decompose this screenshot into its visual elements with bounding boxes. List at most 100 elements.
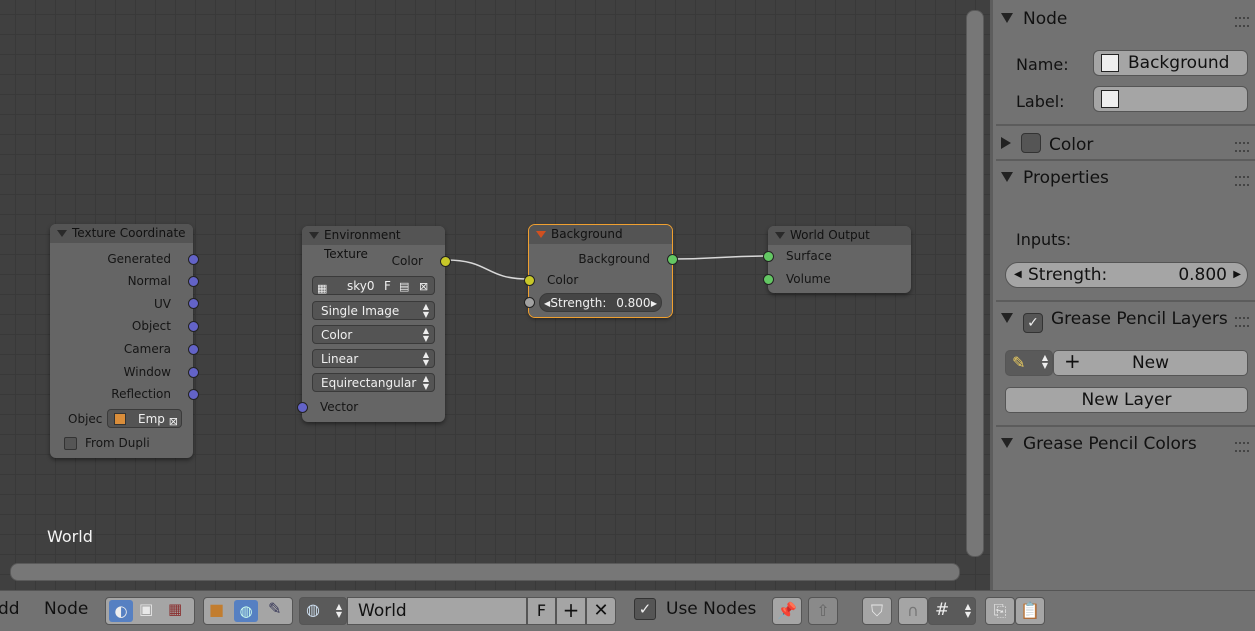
- panel-drag-grip[interactable]: [1235, 17, 1249, 27]
- copy-button[interactable]: ⎘: [985, 597, 1015, 625]
- world-shader-icon[interactable]: ◍: [234, 600, 258, 622]
- color-checkbox[interactable]: [1021, 133, 1041, 153]
- unlink-image-icon[interactable]: ⊠: [419, 277, 428, 296]
- panel-drag-grip[interactable]: [1235, 317, 1249, 327]
- node-background[interactable]: Background Background Color ◀ Strength: …: [524, 224, 678, 318]
- socket-object[interactable]: [188, 321, 199, 332]
- from-dupli-checkbox[interactable]: [64, 437, 77, 450]
- object-shader-icon[interactable]: ■: [209, 600, 224, 619]
- tree-type-selector[interactable]: ◐ ▣ ▦: [105, 597, 195, 625]
- decrement-arrow-icon[interactable]: ◀: [544, 294, 550, 313]
- image-name[interactable]: sky0: [347, 277, 375, 296]
- output-generated: Generated: [107, 252, 171, 266]
- clear-object-icon[interactable]: ⊠: [169, 412, 178, 431]
- panel-collapse-icon[interactable]: [1001, 172, 1013, 182]
- grease-layers-checkbox[interactable]: ✓: [1023, 313, 1043, 333]
- socket-color-in[interactable]: [524, 275, 535, 286]
- panel-drag-grip[interactable]: [1235, 142, 1249, 152]
- linestyle-shader-icon[interactable]: ✎: [268, 599, 281, 618]
- use-nodes-label: Use Nodes: [666, 599, 757, 619]
- socket-vector-in[interactable]: [297, 402, 308, 413]
- new-layer-button[interactable]: New Layer: [1005, 387, 1248, 413]
- socket-volume-in[interactable]: [763, 274, 774, 285]
- world-name-field[interactable]: World: [347, 597, 527, 625]
- collapse-triangle-icon[interactable]: [536, 231, 546, 238]
- shader-type-selector[interactable]: ■ ◍ ✎: [203, 597, 293, 625]
- fake-user-toggle[interactable]: F: [384, 277, 391, 296]
- world-datablock-browse[interactable]: ◍ ▲ ▼: [299, 597, 347, 625]
- socket-strength-in[interactable]: [524, 297, 535, 308]
- collapse-triangle-icon[interactable]: [775, 232, 785, 239]
- node-texture-coordinate[interactable]: Texture Coordinate Generated Normal UV O…: [50, 224, 199, 458]
- source-dropdown[interactable]: Single Image ▲ ▼: [312, 301, 435, 320]
- strength-field[interactable]: ◀ Strength: 0.800 ▶: [1005, 262, 1248, 288]
- panel-expand-icon[interactable]: [1001, 137, 1011, 149]
- parent-tree-button[interactable]: ⇧: [808, 597, 838, 625]
- socket-background-out[interactable]: [667, 254, 678, 265]
- compositing-tree-icon[interactable]: ▦: [168, 600, 182, 618]
- projection-dropdown[interactable]: Equirectangular ▲ ▼: [312, 373, 435, 392]
- node-menu[interactable]: Node: [44, 599, 88, 619]
- grease-pencil-datablock-selector[interactable]: ✎ ▲ ▼: [1005, 350, 1053, 376]
- panel-drag-grip[interactable]: [1235, 176, 1249, 186]
- texture-tree-icon[interactable]: ▣: [139, 600, 153, 618]
- node-world-output[interactable]: World Output Surface Volume: [763, 226, 911, 293]
- backdrop-button[interactable]: ⛉: [862, 597, 892, 625]
- panel-collapse-icon[interactable]: [1001, 313, 1013, 323]
- node-header[interactable]: Background: [529, 225, 672, 244]
- panel-grease-layers-header[interactable]: ✓ Grease Pencil Layers: [1001, 309, 1228, 333]
- socket-color-out[interactable]: [440, 256, 451, 267]
- collapse-triangle-icon[interactable]: [57, 230, 67, 237]
- socket-generated[interactable]: [188, 254, 199, 265]
- open-image-icon[interactable]: ▤: [399, 277, 409, 296]
- socket-surface-in[interactable]: [763, 251, 774, 262]
- world-fake-user-toggle[interactable]: F: [527, 597, 556, 625]
- strength-slider[interactable]: ◀ Strength: 0.800 ▶: [539, 293, 662, 312]
- image-browser[interactable]: ▦ sky0 F ▤ ⊠: [312, 276, 435, 295]
- snap-mode-dropdown[interactable]: # ▲ ▼: [928, 597, 976, 625]
- socket-uv[interactable]: [188, 298, 199, 309]
- panel-drag-grip[interactable]: [1235, 442, 1249, 452]
- pin-icon: 📌: [777, 601, 797, 620]
- color-space-dropdown[interactable]: Color ▲ ▼: [312, 325, 435, 344]
- interpolation-dropdown[interactable]: Linear ▲ ▼: [312, 349, 435, 368]
- decrement-arrow-icon[interactable]: ◀: [1014, 263, 1022, 287]
- shader-tree-icon[interactable]: ◐: [109, 600, 133, 622]
- object-selector[interactable]: Emp ⊠: [107, 409, 182, 428]
- snap-toggle[interactable]: ∩: [898, 597, 928, 625]
- node-environment-texture[interactable]: Environment Texture Color ▦ sky0 F ▤ ⊠ S…: [297, 226, 451, 422]
- panel-collapse-icon[interactable]: [1001, 13, 1013, 23]
- panel-properties-header[interactable]: Properties: [1001, 168, 1109, 188]
- new-world-button[interactable]: +: [556, 597, 586, 625]
- node-name-field[interactable]: Background: [1093, 50, 1248, 76]
- node-title: Environment Texture: [324, 228, 401, 261]
- add-menu[interactable]: dd: [0, 599, 20, 619]
- node-header[interactable]: Texture Coordinate: [50, 224, 193, 243]
- unlink-world-button[interactable]: ✕: [586, 597, 616, 625]
- collapse-triangle-icon[interactable]: [309, 232, 319, 239]
- panel-collapse-icon[interactable]: [1001, 438, 1013, 448]
- increment-arrow-icon[interactable]: ▶: [1233, 263, 1241, 287]
- horizontal-scrollbar[interactable]: [10, 563, 960, 581]
- node-header[interactable]: Environment Texture: [302, 226, 445, 261]
- panel-separator: [996, 300, 1255, 302]
- socket-normal[interactable]: [188, 276, 199, 287]
- node-header[interactable]: World Output: [768, 226, 911, 245]
- panel-grease-colors-header[interactable]: Grease Pencil Colors: [1001, 434, 1197, 454]
- panel-color-header[interactable]: Color: [1001, 133, 1093, 155]
- node-label-field[interactable]: [1093, 86, 1248, 112]
- fake-user-label: F: [536, 601, 547, 620]
- image-icon[interactable]: ▦: [317, 279, 327, 298]
- vertical-scrollbar[interactable]: [966, 10, 984, 557]
- socket-reflection[interactable]: [188, 389, 199, 400]
- panel-title: Node: [1023, 9, 1068, 29]
- paste-button[interactable]: 📋: [1015, 597, 1045, 625]
- socket-camera[interactable]: [188, 344, 199, 355]
- increment-arrow-icon[interactable]: ▶: [651, 294, 657, 313]
- node-editor-canvas[interactable]: Texture Coordinate Generated Normal UV O…: [0, 0, 990, 590]
- use-nodes-checkbox[interactable]: ✓: [634, 598, 656, 620]
- new-grease-pencil-button[interactable]: + New: [1053, 349, 1248, 376]
- panel-node-header[interactable]: Node: [1001, 9, 1067, 29]
- pin-button[interactable]: 📌: [772, 597, 802, 625]
- socket-window[interactable]: [188, 367, 199, 378]
